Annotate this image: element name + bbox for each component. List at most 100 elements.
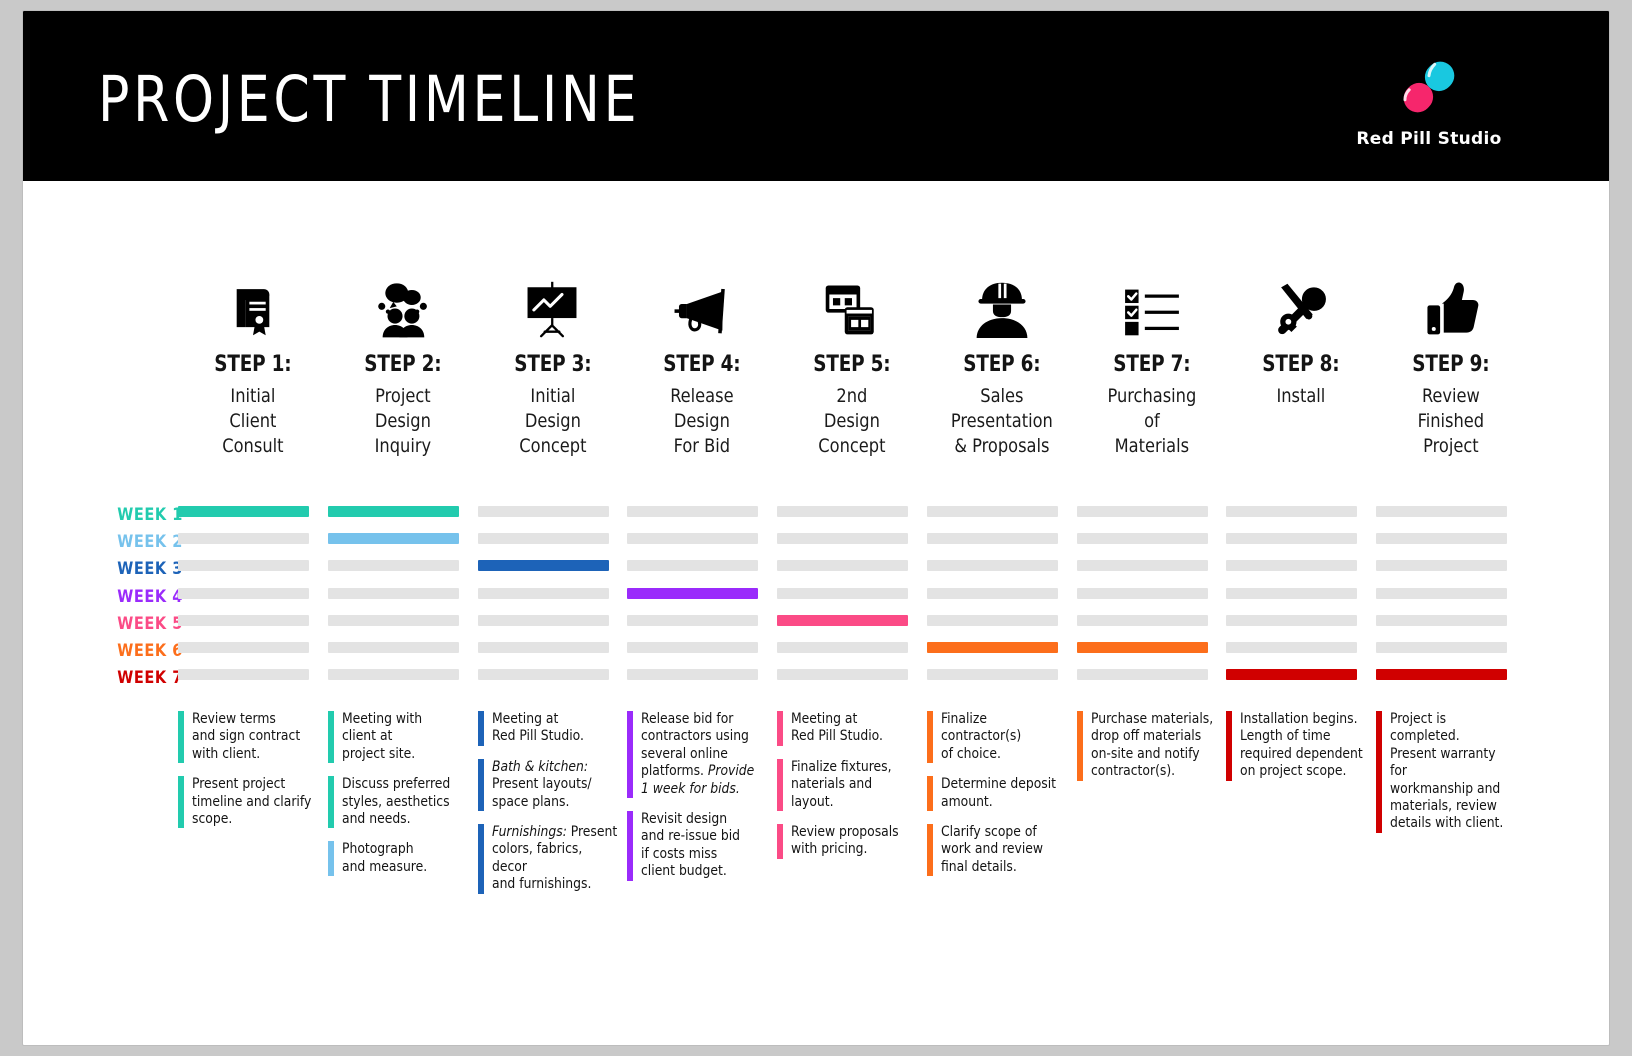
timeline-bar-active xyxy=(926,641,1058,653)
timeline-bar-active xyxy=(1226,669,1358,681)
timeline-bar-active xyxy=(327,506,459,517)
timeline-bar-empty xyxy=(178,533,309,545)
timeline-bar-empty xyxy=(477,669,609,681)
bar-cell xyxy=(627,669,777,681)
timeline-bar-empty xyxy=(627,641,759,653)
step-description: Initial Client Consult xyxy=(222,385,284,457)
week-bars xyxy=(178,560,1526,572)
week-row-7: WEEK 7 xyxy=(23,666,1609,693)
step-column-2: STEP 2: Project Design Inquiry xyxy=(328,276,478,459)
timeline-bar-empty xyxy=(178,641,309,653)
step-number-label: STEP 5: xyxy=(813,352,891,377)
bar-cell xyxy=(1226,641,1376,653)
step-description: Purchasing of Materials xyxy=(1107,385,1196,457)
caption-color-marker xyxy=(477,711,484,746)
bar-cell xyxy=(627,587,777,599)
megaphone-icon xyxy=(627,276,777,338)
caption-text: Installation begins. Length of time requir… xyxy=(1240,711,1364,780)
caption-column-9: Project is completed. Present warranty fo… xyxy=(1376,711,1526,907)
bar-cell xyxy=(627,641,777,653)
week-bar-grid: WEEK 1 WEEK 2 WEEK 3 WEEK 4 WEEK 5 WEEK 6 WEEK… xyxy=(23,503,1609,693)
caption-color-marker xyxy=(926,776,933,812)
bar-cell xyxy=(327,614,478,626)
week-label: WEEK 1 xyxy=(117,505,183,525)
timeline-bar-active xyxy=(477,560,609,572)
caption-color-marker xyxy=(327,776,334,829)
bar-cell xyxy=(1376,506,1526,517)
week-label: WEEK 6 xyxy=(117,640,183,661)
bar-cell xyxy=(477,506,628,517)
bar-cell xyxy=(178,669,328,681)
bar-cell xyxy=(1226,587,1376,599)
week-bars xyxy=(178,641,1526,653)
caption-item: Installation begins. Length of time requir… xyxy=(1226,711,1370,781)
timeline-bar-active xyxy=(327,533,459,545)
caption-item: Finalize fixtures, naterials and layout. xyxy=(777,758,921,812)
timeline-bar-empty xyxy=(477,614,609,626)
bar-cell xyxy=(777,614,927,626)
caption-item: Meeting with client at project site. xyxy=(327,711,472,764)
step-number-label: STEP 4: xyxy=(663,352,741,377)
bar-cell xyxy=(777,587,927,599)
infographic-page: PROJECT TIMELINE Red Pill Studio STEP 1:… xyxy=(0,0,1632,1056)
timeline-bar-empty xyxy=(1376,533,1508,545)
step-column-3: STEP 3: Initial Design Concept xyxy=(478,276,628,459)
week-row-4: WEEK 4 xyxy=(23,585,1609,612)
step-column-9: STEP 9: Review Finished Project xyxy=(1376,276,1526,459)
step-number-label: STEP 9: xyxy=(1412,352,1490,377)
timeline-bar-empty xyxy=(1376,614,1508,626)
timeline-bar-empty xyxy=(1076,506,1208,517)
week-label: WEEK 2 xyxy=(117,532,183,553)
week-label: WEEK 7 xyxy=(117,668,183,689)
timeline-bar-empty xyxy=(1376,587,1508,599)
caption-text: Discuss preferred styles, aesthetics and n… xyxy=(341,776,451,828)
caption-column-7: Purchase materials, drop off materials on-… xyxy=(1076,711,1227,907)
timeline-bar-empty xyxy=(477,587,609,599)
caption-color-marker xyxy=(1226,711,1233,781)
timeline-bar-empty xyxy=(1376,560,1508,572)
caption-text: Meeting at Red Pill Studio. xyxy=(491,711,584,745)
bar-cell xyxy=(1376,560,1526,572)
step-column-8: STEP 8: Install xyxy=(1226,276,1376,459)
step-column-1: STEP 1: Initial Client Consult xyxy=(178,276,328,459)
bar-cell xyxy=(926,587,1077,599)
timeline-bar-empty xyxy=(178,669,309,681)
bar-cell xyxy=(1226,533,1376,545)
caption-item: Clarify scope of work and review final det… xyxy=(926,824,1071,877)
week-label: WEEK 3 xyxy=(117,559,183,580)
bar-cell xyxy=(1076,533,1227,545)
caption-text: Review terms and sign contract with clien… xyxy=(192,711,301,762)
caption-column-2: Meeting with client at project site. Discus… xyxy=(327,711,478,907)
timeline-bar-active xyxy=(627,587,759,599)
checklist-icon xyxy=(1077,276,1227,338)
week-bars xyxy=(178,533,1526,545)
presentation-chart-icon xyxy=(478,276,628,338)
steps-row: STEP 1: Initial Client Consult STEP 2: Projec… xyxy=(178,276,1526,459)
wrench-screwdriver-icon xyxy=(1226,276,1376,338)
bar-cell xyxy=(477,614,628,626)
bar-cell xyxy=(178,587,328,599)
timeline-bar-active xyxy=(1076,641,1208,653)
caption-column-4: Release bid for contractors using several … xyxy=(627,711,777,907)
caption-color-marker xyxy=(777,758,784,812)
step-column-5: STEP 5: 2nd Design Concept xyxy=(777,276,927,459)
bar-cell xyxy=(1376,669,1526,681)
timeline-bar-empty xyxy=(777,506,909,517)
timeline-bar-empty xyxy=(327,560,459,572)
step-number-label: STEP 8: xyxy=(1262,352,1340,377)
bar-cell xyxy=(1376,587,1526,599)
timeline-bar-active xyxy=(1376,669,1508,681)
step-description: Project Design Inquiry xyxy=(374,385,431,457)
caption-item: Release bid for contractors using several … xyxy=(627,711,771,799)
timeline-bar-empty xyxy=(1076,669,1208,681)
bar-cell xyxy=(926,560,1077,572)
step-column-4: STEP 4: Release Design For Bid xyxy=(627,276,777,459)
bar-cell xyxy=(627,560,777,572)
caption-text: Furnishings: Present colors, fabrics, dec… xyxy=(491,824,617,893)
caption-text: Meeting with client at project site. xyxy=(341,711,422,762)
bar-cell xyxy=(627,614,777,626)
timeline-bar-empty xyxy=(1076,614,1208,626)
step-description: Initial Design Concept xyxy=(518,385,587,457)
caption-text: Purchase materials, drop off materials on-… xyxy=(1090,711,1213,780)
step-number-label: STEP 3: xyxy=(513,352,592,377)
